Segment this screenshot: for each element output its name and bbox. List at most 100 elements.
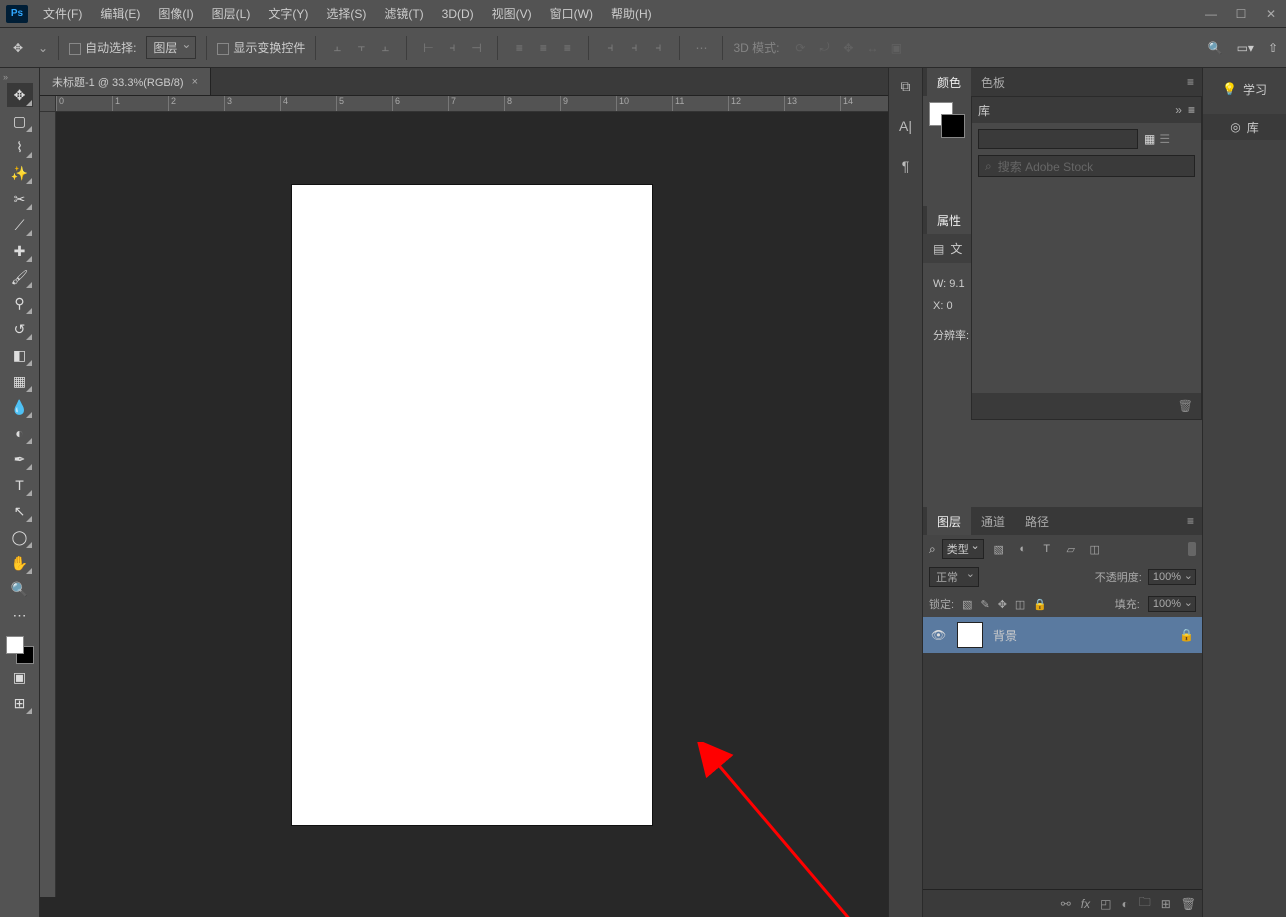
expand-toolbar-icon[interactable]: » <box>3 72 15 82</box>
lock-move-icon[interactable]: ✥ <box>998 598 1007 611</box>
orbit-3d-icon[interactable]: ⟳ <box>789 37 811 59</box>
layer-row-background[interactable]: 👁 背景 🔒 <box>923 617 1202 653</box>
align-top-icon[interactable]: ⫠ <box>326 37 348 59</box>
foreground-color[interactable] <box>6 636 24 654</box>
move-tool-preset-icon[interactable]: ✥ <box>8 38 28 58</box>
history-panel-icon[interactable]: ⧉ <box>896 76 916 96</box>
tab-swatches[interactable]: 色板 <box>971 68 1015 96</box>
layer-group-icon[interactable]: 🗀 <box>1139 893 1151 914</box>
character-panel-icon[interactable]: A| <box>896 116 916 136</box>
paragraph-panel-icon[interactable]: ¶ <box>896 156 916 176</box>
gradient-tool[interactable]: ▦ <box>7 369 33 393</box>
workspace-switcher-icon[interactable]: ▭▾ <box>1237 41 1254 55</box>
canvas-background[interactable] <box>56 112 888 897</box>
crop-tool[interactable]: ✂ <box>7 187 33 211</box>
library-search[interactable]: ⌕ 搜索 Adobe Stock <box>978 155 1195 177</box>
grid-view-icon[interactable]: ▦ <box>1144 132 1155 146</box>
list-view-icon[interactable]: ☰ <box>1159 132 1170 146</box>
search-icon[interactable]: 🔍 <box>1208 41 1223 55</box>
align-hcenter-icon[interactable]: ⫞ <box>441 37 463 59</box>
close-button[interactable]: ✕ <box>1256 0 1286 28</box>
layer-thumbnail[interactable] <box>957 622 983 648</box>
lock-artboard-icon[interactable]: ◫ <box>1015 598 1025 611</box>
auto-select-checkbox[interactable]: 自动选择: <box>69 39 136 56</box>
screen-mode-tool[interactable]: ⊞ <box>7 691 33 715</box>
ruler-horizontal[interactable]: 01234567891011121314 <box>56 96 888 112</box>
menu-view[interactable]: 视图(V) <box>483 0 541 28</box>
color-panel-menu-icon[interactable]: ≡ <box>1183 75 1198 89</box>
tab-color[interactable]: 颜色 <box>927 68 971 96</box>
menu-window[interactable]: 窗口(W) <box>541 0 602 28</box>
menu-type[interactable]: 文字(Y) <box>259 0 317 28</box>
filter-type-icon[interactable]: T <box>1038 540 1056 558</box>
learn-button[interactable]: 💡 学习 <box>1203 74 1286 104</box>
more-align-icon[interactable]: ⋯ <box>690 37 712 59</box>
menu-edit[interactable]: 编辑(E) <box>91 0 149 28</box>
layer-lock-icon[interactable]: 🔒 <box>1179 628 1194 642</box>
marquee-tool[interactable]: ▢ <box>7 109 33 133</box>
align-left-icon[interactable]: ⊢ <box>417 37 439 59</box>
color-swatch-pair[interactable] <box>929 102 965 138</box>
lock-all-icon[interactable]: 🔒 <box>1033 598 1047 611</box>
link-layers-icon[interactable]: ⚯ <box>1061 897 1071 911</box>
dist-hcenter-icon[interactable]: ⫞ <box>623 37 645 59</box>
color-swatches[interactable] <box>6 636 34 664</box>
layer-fx-icon[interactable]: fx <box>1081 897 1090 911</box>
lock-position-icon[interactable]: ✎ <box>980 598 989 611</box>
menu-file[interactable]: 文件(F) <box>34 0 91 28</box>
slide-3d-icon[interactable]: ↔ <box>861 37 883 59</box>
library-tab[interactable]: 库 <box>978 102 990 119</box>
edit-toolbar-icon[interactable]: ⋯ <box>7 603 33 627</box>
move-tool[interactable]: ✥ <box>7 83 33 107</box>
menu-layer[interactable]: 图层(L) <box>203 0 260 28</box>
dodge-tool[interactable]: ◐ <box>7 421 33 445</box>
pen-tool[interactable]: ✒ <box>7 447 33 471</box>
maximize-button[interactable]: ☐ <box>1226 0 1256 28</box>
history-brush-tool[interactable]: ↺ <box>7 317 33 341</box>
minimize-button[interactable]: ― <box>1196 0 1226 28</box>
auto-select-dropdown[interactable]: 图层 <box>146 36 196 59</box>
tab-paths[interactable]: 路径 <box>1015 507 1059 535</box>
clone-stamp-tool[interactable]: ⚲ <box>7 291 33 315</box>
adjustment-layer-icon[interactable]: ◐ <box>1121 897 1128 911</box>
filter-smart-icon[interactable]: ◫ <box>1086 540 1104 558</box>
align-vcenter-icon[interactable]: ⫟ <box>350 37 372 59</box>
type-tool[interactable]: T <box>7 473 33 497</box>
pan-3d-icon[interactable]: ✥ <box>837 37 859 59</box>
dist-top-icon[interactable]: ≡ <box>508 37 530 59</box>
panel-background-color[interactable] <box>941 114 965 138</box>
new-layer-icon[interactable]: ⊞ <box>1161 897 1171 911</box>
menu-image[interactable]: 图像(I) <box>149 0 202 28</box>
menu-3d[interactable]: 3D(D) <box>433 0 483 28</box>
menu-filter[interactable]: 滤镜(T) <box>375 0 432 28</box>
filter-pixel-icon[interactable]: ▧ <box>990 540 1008 558</box>
share-icon[interactable]: ⇧ <box>1268 41 1278 55</box>
filter-toggle[interactable] <box>1188 542 1196 556</box>
path-select-tool[interactable]: ↖ <box>7 499 33 523</box>
canvas[interactable] <box>292 185 652 825</box>
filter-shape-icon[interactable]: ▱ <box>1062 540 1080 558</box>
layer-name[interactable]: 背景 <box>993 627 1017 644</box>
lasso-tool[interactable]: ⌇ <box>7 135 33 159</box>
document-tab[interactable]: 未标题-1 @ 33.3%(RGB/8) × <box>40 68 211 95</box>
library-collapse-icon[interactable]: » <box>1175 103 1182 117</box>
align-right-icon[interactable]: ⊣ <box>465 37 487 59</box>
fill-value[interactable]: 100% <box>1148 596 1196 612</box>
menu-help[interactable]: 帮助(H) <box>602 0 661 28</box>
delete-layer-icon[interactable]: 🗑 <box>1181 897 1196 911</box>
quickmask-tool[interactable]: ▣ <box>7 665 33 689</box>
menu-select[interactable]: 选择(S) <box>317 0 375 28</box>
layer-filter-dropdown[interactable]: 类型 <box>942 539 984 559</box>
ruler-vertical[interactable] <box>40 112 56 897</box>
eraser-tool[interactable]: ◧ <box>7 343 33 367</box>
filter-adjust-icon[interactable]: ◐ <box>1014 540 1032 558</box>
healing-brush-tool[interactable]: ✚ <box>7 239 33 263</box>
tab-channels[interactable]: 通道 <box>971 507 1015 535</box>
shape-tool[interactable]: ◯ <box>7 525 33 549</box>
roll-3d-icon[interactable]: ⤾ <box>813 37 835 59</box>
eyedropper-tool[interactable]: ⟋ <box>7 213 33 237</box>
trash-icon[interactable]: 🗑 <box>1178 399 1193 413</box>
layer-visibility-icon[interactable]: 👁 <box>931 628 947 642</box>
blur-tool[interactable]: 💧 <box>7 395 33 419</box>
lock-pixels-icon[interactable]: ▧ <box>962 598 972 611</box>
